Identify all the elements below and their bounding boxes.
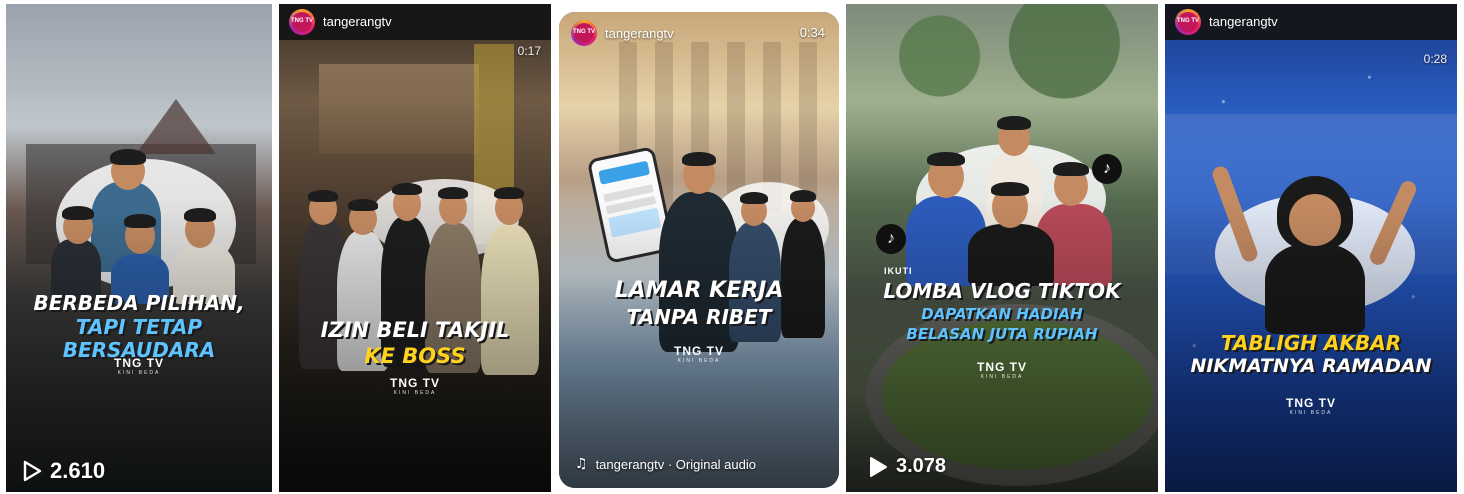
audio-info[interactable]: ♫ tangerangtv · Original audio — [575, 456, 756, 472]
account-handle[interactable]: tangerangtv — [323, 14, 392, 29]
reel-2-header: TNG TV tangerangtv — [279, 4, 551, 40]
reel-3-caption-line2: TANPA RIBET — [626, 305, 772, 329]
reel-2-caption-line1: IZIN BELI TAKJIL — [320, 318, 510, 342]
reel-card-3[interactable]: TNG TV tangerangtv 0:34 LAMAR KERJA TANP… — [559, 12, 839, 488]
audio-label: tangerangtv · Original audio — [595, 456, 756, 472]
reel-4-kicker: IKUTI — [884, 266, 913, 276]
reel-card-2[interactable]: TNG TV tangerangtv 0:17 IZIN BELI TAKJIL… — [279, 4, 551, 492]
video-duration: 0:34 — [799, 25, 825, 40]
music-note-icon: ♫ — [575, 456, 588, 472]
reel-3-header: TNG TV tangerangtv 0:34 — [559, 12, 839, 52]
reel-5-caption-line2: NIKMATNYA RAMADAN — [1190, 355, 1432, 377]
play-outline-icon — [23, 460, 42, 482]
tngtv-logo: TNG TV KINI BEDA — [1286, 396, 1336, 416]
tngtv-logo: TNG TV KINI BEDA — [114, 356, 164, 376]
view-count-value: 2.610 — [50, 458, 106, 483]
account-handle[interactable]: tangerangtv — [605, 26, 674, 41]
view-count: 3.078 — [868, 455, 946, 478]
reel-card-1[interactable]: BERBEDA PILIHAN, TAPI TETAP BERSAUDARA T… — [6, 4, 272, 492]
reels-strip: BERBEDA PILIHAN, TAPI TETAP BERSAUDARA T… — [0, 0, 1464, 494]
video-duration: 0:28 — [1423, 52, 1447, 66]
reel-5-header: TNG TV tangerangtv — [1165, 4, 1457, 40]
reel-4-caption-line1: LOMBA VLOG TIKTOK — [883, 279, 1121, 303]
account-handle[interactable]: tangerangtv — [1209, 14, 1278, 29]
account-avatar[interactable]: TNG TV — [571, 20, 597, 46]
account-avatar[interactable]: TNG TV — [289, 9, 315, 35]
reel-card-4[interactable]: ♪ ♪ IKUTI LOMBA VLOG TIKTOK DAPATKAN HAD… — [846, 4, 1158, 492]
reel-3-caption-line1: LAMAR KERJA — [614, 278, 784, 303]
view-count: 2.610 — [22, 458, 105, 484]
tngtv-logo: TNG TV KINI BEDA — [977, 360, 1027, 380]
reel-4-caption-line3: BELASAN JUTA RUPIAH — [906, 325, 1098, 343]
tngtv-logo: TNG TV KINI BEDA — [674, 344, 724, 364]
account-avatar[interactable]: TNG TV — [1175, 9, 1201, 35]
reel-2-caption-line2: KE BOSS — [364, 344, 466, 368]
ceiling-light — [319, 64, 479, 154]
tiktok-icon: ♪ — [1092, 154, 1122, 184]
play-filled-icon — [870, 456, 887, 477]
video-duration: 0:17 — [517, 44, 541, 58]
reel-4-caption-line2: DAPATKAN HADIAH — [921, 305, 1083, 323]
reel-1-caption-line1: BERBEDA PILIHAN, — [33, 291, 245, 315]
reel-5-caption-line1: TABLIGH AKBAR — [1220, 331, 1402, 355]
reel-card-5[interactable]: TNG TV tangerangtv 0:28 TABLIGH AKBAR NI… — [1165, 4, 1457, 492]
tngtv-logo: TNG TV KINI BEDA — [390, 376, 440, 396]
view-count-value: 3.078 — [896, 455, 947, 477]
